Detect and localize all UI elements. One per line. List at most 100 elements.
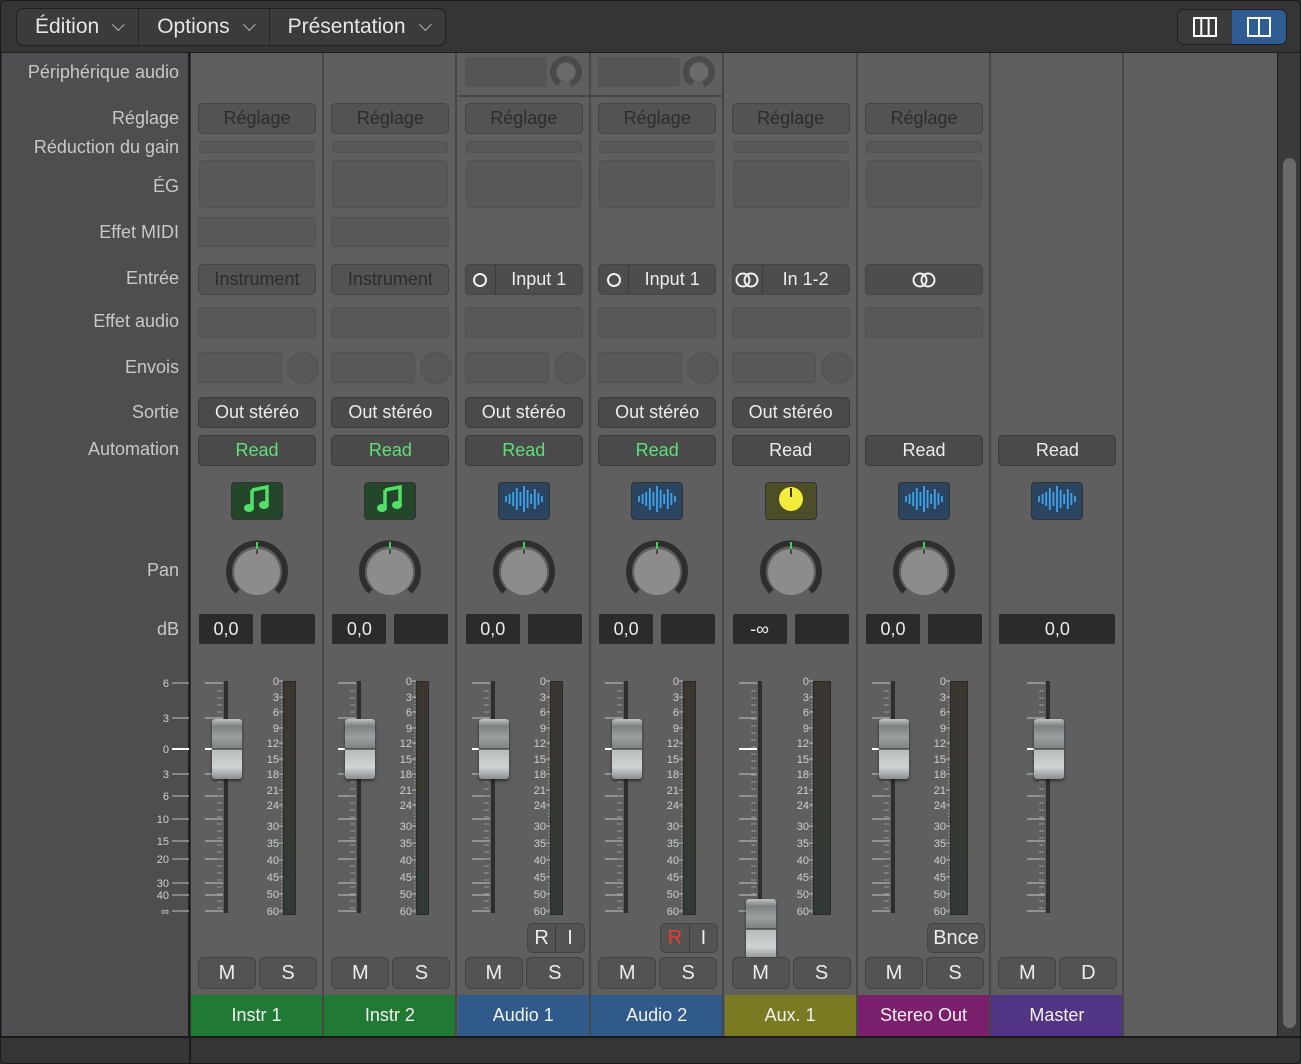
track-icon[interactable]: [764, 482, 817, 520]
scrollbar-thumb[interactable]: [1283, 158, 1296, 1028]
volume-readout[interactable]: 0,0: [332, 614, 387, 644]
audio-fx-slot[interactable]: [464, 307, 583, 338]
automation-mode-button[interactable]: Read: [731, 435, 850, 466]
peak-readout[interactable]: [928, 614, 982, 644]
fader-handle[interactable]: [612, 719, 643, 779]
input-button[interactable]: Input 1: [598, 264, 717, 295]
audio-fx-slot[interactable]: [865, 307, 983, 338]
peak-readout[interactable]: [661, 614, 716, 644]
automation-mode-button[interactable]: Read: [998, 435, 1117, 466]
volume-readout[interactable]: 0,0: [465, 614, 520, 644]
pan-knob[interactable]: [625, 540, 689, 604]
peak-readout[interactable]: [527, 614, 582, 644]
send-level-knob[interactable]: [553, 352, 586, 384]
volume-readout[interactable]: 0,0: [599, 614, 654, 644]
setting-button[interactable]: Réglage: [865, 103, 983, 134]
mono-circle-icon[interactable]: [599, 265, 630, 294]
input-button[interactable]: [865, 264, 983, 295]
audio-fx-slot[interactable]: [331, 307, 450, 338]
input-button[interactable]: Instrument: [198, 264, 316, 295]
solo-button[interactable]: S: [392, 957, 451, 989]
automation-mode-button[interactable]: Read: [331, 435, 450, 466]
input-monitor-ring-icon[interactable]: [549, 55, 583, 89]
send-level-knob[interactable]: [287, 352, 319, 384]
midi-fx-slot[interactable]: [331, 217, 450, 247]
fader-handle[interactable]: [212, 719, 242, 779]
setting-button[interactable]: Réglage: [731, 103, 850, 134]
record-enable-button[interactable]: R: [528, 924, 557, 952]
output-button[interactable]: Out stéréo: [464, 397, 583, 428]
input-button[interactable]: In 1-2: [731, 264, 850, 295]
eq-thumbnail[interactable]: [332, 160, 449, 208]
solo-button[interactable]: S: [659, 957, 718, 989]
automation-mode-button[interactable]: Read: [865, 435, 983, 466]
track-icon[interactable]: [231, 482, 283, 520]
track-name[interactable]: Master: [991, 995, 1123, 1036]
three-column-view-button[interactable]: [1178, 10, 1232, 44]
track-icon[interactable]: [497, 482, 550, 520]
fader-handle[interactable]: [1034, 719, 1065, 779]
record-enable-button[interactable]: R: [661, 924, 690, 952]
output-button[interactable]: Out stéréo: [731, 397, 850, 428]
track-name[interactable]: Instr 1: [191, 995, 322, 1036]
mute-button[interactable]: M: [198, 957, 256, 989]
eq-thumbnail[interactable]: [866, 160, 982, 208]
audio-device-slot[interactable]: [464, 57, 547, 87]
volume-readout[interactable]: 0,0: [999, 614, 1116, 644]
eq-thumbnail[interactable]: [199, 160, 315, 208]
audio-fx-slot[interactable]: [198, 307, 316, 338]
stereo-circles-icon[interactable]: [866, 265, 982, 294]
send-slot[interactable]: [331, 352, 416, 383]
pan-knob[interactable]: [492, 540, 556, 604]
audio-fx-slot[interactable]: [731, 307, 850, 338]
solo-button[interactable]: S: [792, 957, 851, 989]
peak-readout[interactable]: [794, 614, 849, 644]
track-name[interactable]: Audio 2: [591, 995, 723, 1036]
pan-knob[interactable]: [358, 540, 422, 604]
mute-button[interactable]: M: [598, 957, 657, 989]
solo-button[interactable]: S: [525, 957, 584, 989]
track-name[interactable]: Stereo Out: [858, 995, 989, 1036]
pan-knob[interactable]: [225, 540, 289, 604]
setting-button[interactable]: Réglage: [598, 103, 717, 134]
input-button[interactable]: Input 1: [464, 264, 583, 295]
volume-readout[interactable]: 0,0: [866, 614, 920, 644]
pan-knob[interactable]: [759, 540, 823, 604]
menu-presentation[interactable]: Présentation: [270, 9, 445, 45]
menu-edition[interactable]: Édition: [17, 9, 140, 45]
input-monitor-button[interactable]: I: [556, 924, 584, 952]
automation-mode-button[interactable]: Read: [464, 435, 583, 466]
send-level-knob[interactable]: [687, 352, 720, 384]
stereo-circles-icon[interactable]: [733, 265, 763, 294]
track-name[interactable]: Instr 2: [324, 995, 456, 1036]
fader-handle[interactable]: [478, 719, 509, 779]
mute-button[interactable]: M: [464, 957, 523, 989]
bounce-button[interactable]: Bnce: [927, 923, 985, 953]
peak-readout[interactable]: [394, 614, 449, 644]
fader-handle[interactable]: [345, 719, 376, 779]
eq-thumbnail[interactable]: [732, 160, 849, 208]
output-button[interactable]: Out stéréo: [598, 397, 717, 428]
mono-circle-icon[interactable]: [466, 265, 496, 294]
volume-readout[interactable]: -∞: [732, 614, 787, 644]
send-slot[interactable]: [464, 352, 549, 383]
send-slot[interactable]: [198, 352, 282, 383]
track-name[interactable]: Aux. 1: [724, 995, 856, 1036]
track-icon[interactable]: [631, 482, 684, 520]
peak-readout[interactable]: [261, 614, 315, 644]
track-name[interactable]: Audio 1: [457, 995, 589, 1036]
menu-options[interactable]: Options: [139, 9, 270, 45]
solo-button[interactable]: S: [259, 957, 317, 989]
dim-button[interactable]: D: [1059, 957, 1118, 989]
two-column-view-button[interactable]: [1232, 10, 1286, 44]
input-button[interactable]: Instrument: [331, 264, 450, 295]
setting-button[interactable]: Réglage: [331, 103, 450, 134]
audio-fx-slot[interactable]: [598, 307, 717, 338]
output-button[interactable]: Out stéréo: [331, 397, 450, 428]
mute-button[interactable]: M: [998, 957, 1057, 989]
send-slot[interactable]: [598, 352, 683, 383]
track-icon[interactable]: [364, 482, 417, 520]
eq-thumbnail[interactable]: [599, 160, 716, 208]
mute-button[interactable]: M: [731, 957, 790, 989]
track-icon[interactable]: [1031, 482, 1084, 520]
